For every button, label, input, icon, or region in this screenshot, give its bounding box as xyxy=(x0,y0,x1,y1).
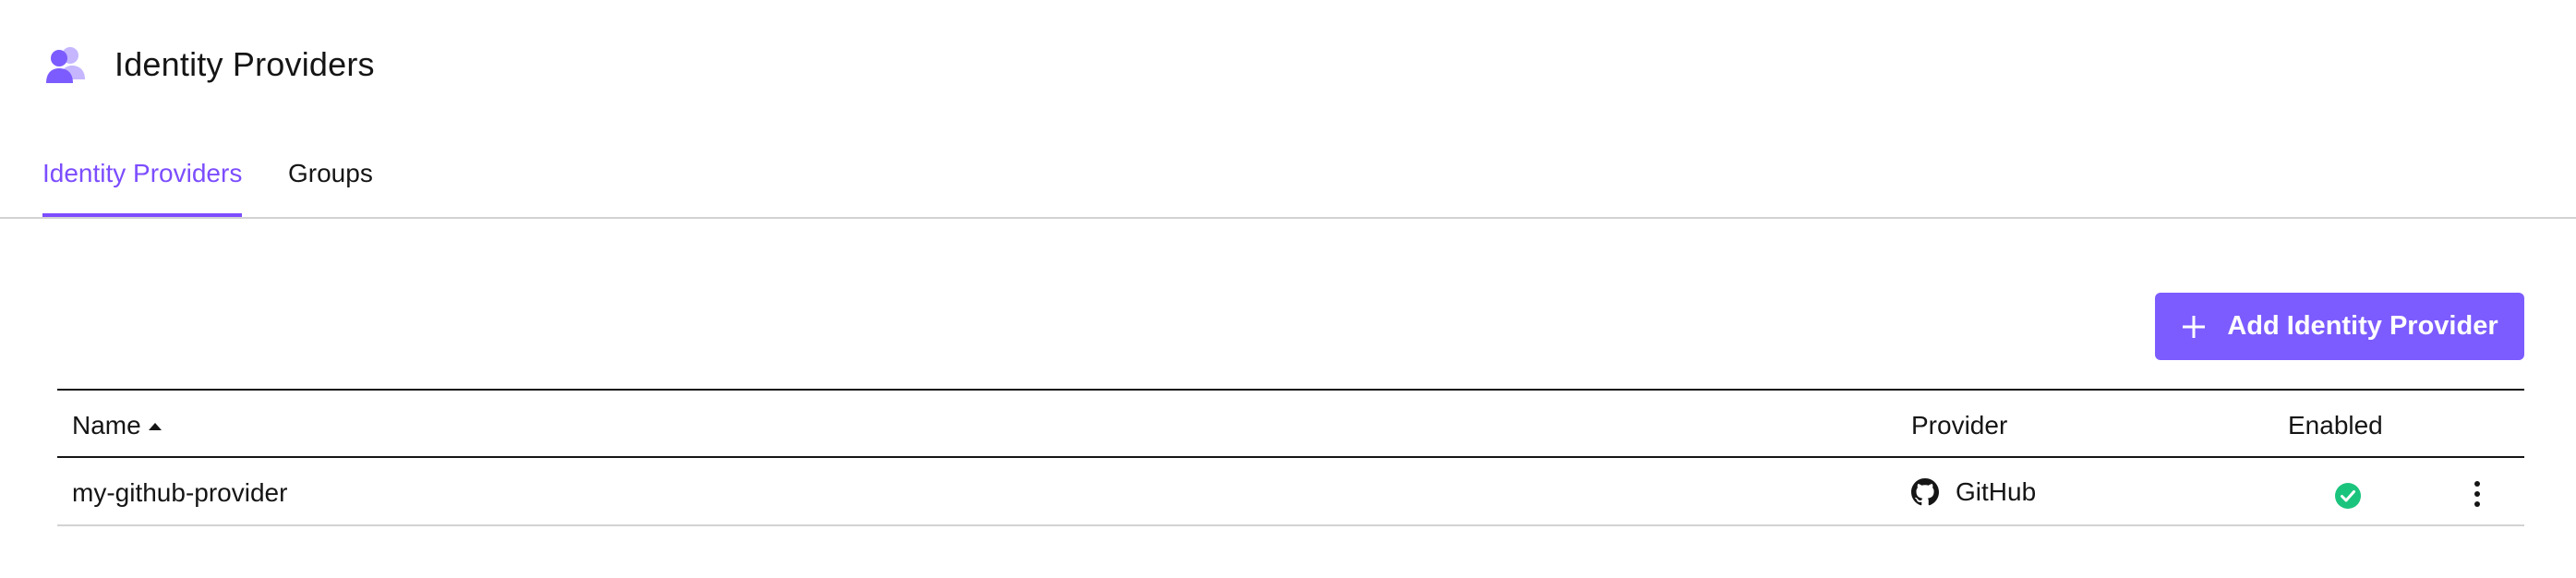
column-header-name-label: Name xyxy=(72,411,141,440)
provider-type-label: GitHub xyxy=(1956,477,2037,506)
tab-bar: Identity Providers Groups xyxy=(0,148,2576,219)
check-circle-icon xyxy=(2335,483,2361,509)
provider-type-cell: GitHub xyxy=(1911,478,2036,506)
column-header-name[interactable]: Name xyxy=(72,413,162,439)
provider-name-cell[interactable]: my-github-provider xyxy=(72,480,287,506)
page-title: Identity Providers xyxy=(114,45,375,83)
plus-icon xyxy=(2183,315,2206,338)
github-icon xyxy=(1911,478,1939,506)
page-header: Identity Providers xyxy=(42,42,375,87)
users-icon xyxy=(46,47,85,83)
table-row[interactable]: my-github-provider GitHub xyxy=(57,458,2524,526)
tab-groups[interactable]: Groups xyxy=(288,161,373,215)
table-header: Name Provider Enabled xyxy=(57,391,2524,458)
identity-providers-page: Identity Providers Identity Providers Gr… xyxy=(0,0,2576,578)
column-header-provider: Provider xyxy=(1911,411,2008,440)
tab-identity-providers[interactable]: Identity Providers xyxy=(42,161,243,217)
kebab-menu-icon[interactable] xyxy=(2463,478,2491,510)
sort-ascending-icon xyxy=(148,423,162,430)
column-header-enabled: Enabled xyxy=(2288,411,2383,440)
add-identity-provider-button[interactable]: Add Identity Provider xyxy=(2155,293,2524,360)
identity-providers-table: Name Provider Enabled my-github-provider… xyxy=(57,389,2524,526)
add-identity-provider-label: Add Identity Provider xyxy=(2227,311,2498,341)
